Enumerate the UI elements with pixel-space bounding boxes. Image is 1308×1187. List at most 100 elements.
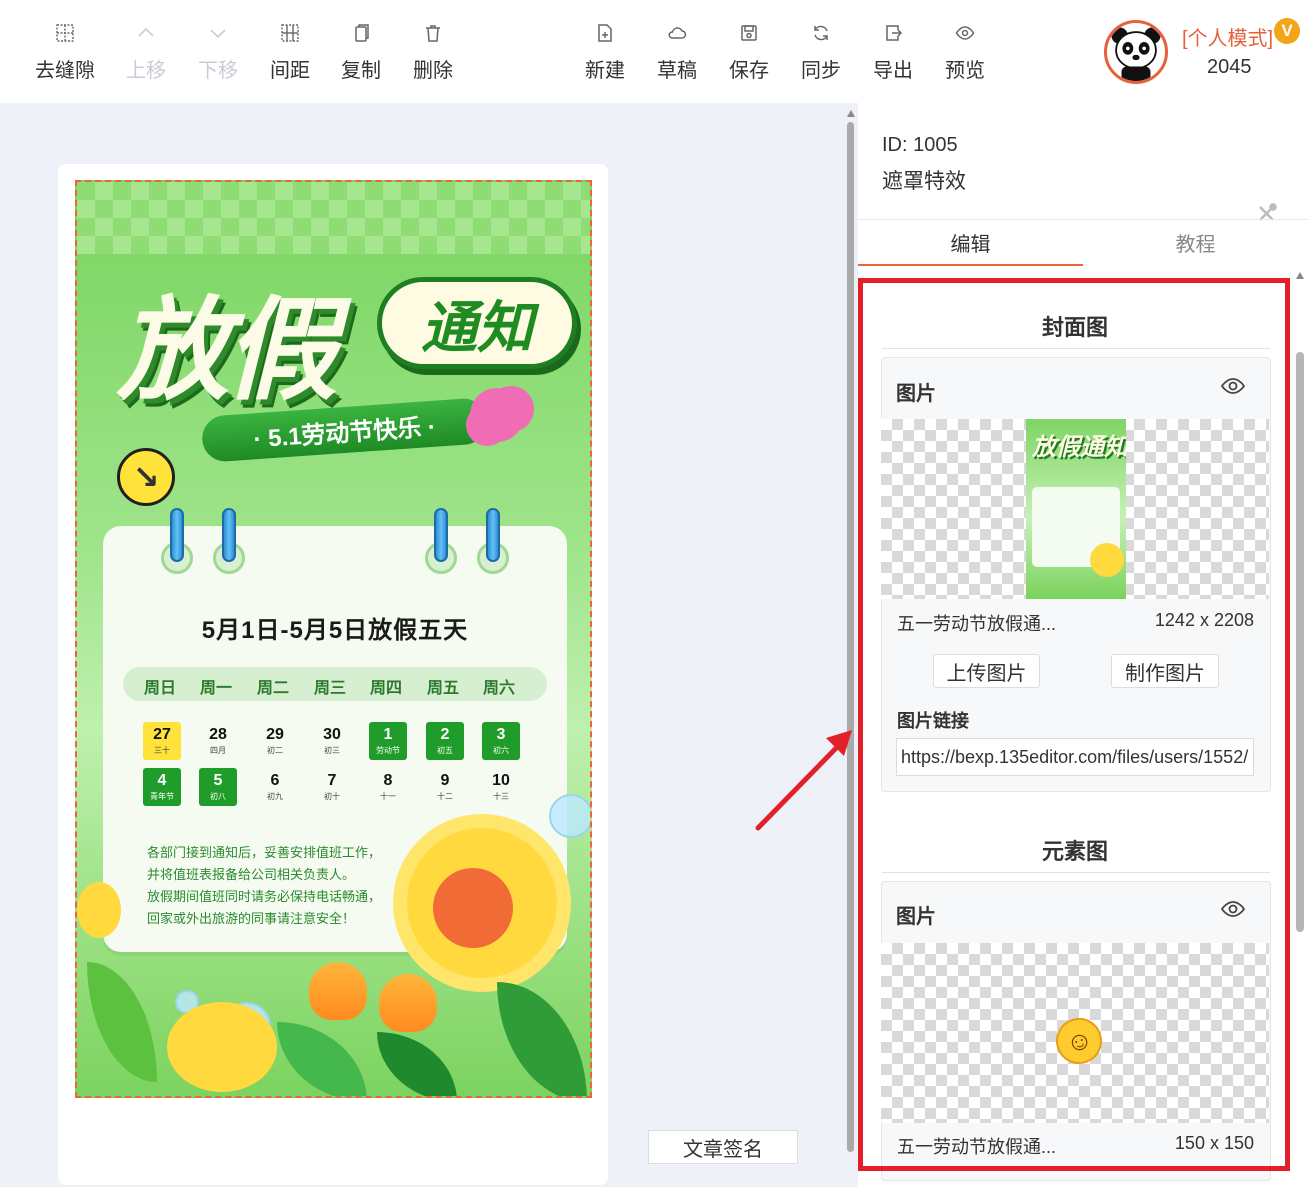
weekday-label: 周六 — [482, 680, 515, 697]
calendar-day-number: 7 — [327, 772, 337, 789]
article-signature-button[interactable]: 文章签名 — [648, 1130, 798, 1164]
active-tab-indicator — [858, 264, 1083, 266]
calendar-day-number: 5 — [213, 772, 223, 789]
calendar-day-lunar: 十一 — [380, 792, 396, 801]
vip-badge-icon: V — [1274, 18, 1300, 44]
panel-scroll-up-arrow-icon[interactable] — [1296, 272, 1304, 279]
weekday-label: 周一 — [199, 680, 232, 697]
calendar-day-number: 2 — [440, 726, 450, 743]
panel-scrollbar-thumb[interactable] — [1296, 352, 1304, 932]
poster-title-pill: 通知 — [377, 277, 577, 369]
copy-button[interactable]: 复制 — [325, 20, 397, 90]
binder-ring — [486, 508, 500, 562]
calendar-day-number: 3 — [496, 726, 506, 743]
eye-icon — [953, 20, 977, 46]
poster-template[interactable]: 放假 通知 · 5.1劳动节快乐 · ↘ 5月1日-5月5日放假五天 周日 周一 周… — [75, 180, 592, 1098]
sync-button[interactable]: 同步 — [785, 20, 857, 90]
delete-button[interactable]: 删除 — [397, 20, 469, 90]
remove-gap-label: 去缝隙 — [35, 60, 95, 82]
calendar-title: 5月1日-5月5日放假五天 — [201, 617, 469, 644]
save-icon — [737, 20, 761, 46]
leaf-icon — [87, 962, 157, 1082]
calendar-day-number: 1 — [383, 726, 393, 743]
bubble-icon — [549, 794, 590, 838]
poster-checker-strip — [77, 182, 590, 254]
sunflower-face-icon — [433, 868, 513, 948]
calendar-day: 8 十一 — [369, 768, 407, 806]
calendar-day: 5 初八 — [199, 768, 237, 806]
bottom-flower-icon — [167, 1002, 277, 1092]
leaf-icon — [377, 1032, 457, 1096]
save-label: 保存 — [729, 60, 769, 82]
export-button[interactable]: 导出 — [857, 20, 929, 90]
tabs-divider — [858, 219, 1308, 220]
tools-icon[interactable] — [1256, 202, 1278, 224]
calendar-day-lunar: 三十 — [154, 746, 170, 755]
chevron-down-icon — [206, 20, 230, 46]
calendar-day-number: 8 — [383, 772, 393, 789]
calendar-day: 3 初六 — [482, 722, 520, 760]
move-up-label: 上移 — [126, 60, 166, 82]
cloud-icon — [665, 20, 689, 46]
new-file-icon — [593, 20, 617, 46]
scroll-up-arrow-icon[interactable] — [847, 110, 855, 117]
tab-tutorial[interactable]: 教程 — [1083, 228, 1308, 257]
draft-label: 草稿 — [657, 60, 697, 82]
poster-subtitle-text: · 5.1劳动节快乐 · — [252, 413, 437, 453]
calendar-day-number: 10 — [492, 772, 510, 789]
calendar-day: 4 青年节 — [143, 768, 181, 806]
personal-mode-label[interactable]: [个人模式] — [1182, 22, 1273, 51]
leaf-icon — [497, 982, 587, 1096]
move-down-button[interactable]: 下移 — [182, 20, 254, 90]
avatar[interactable] — [1104, 20, 1168, 84]
spacing-icon — [278, 20, 302, 46]
template-id: ID: 1005 — [882, 134, 958, 156]
weekday-label: 周三 — [313, 680, 346, 697]
copy-label: 复制 — [341, 60, 381, 82]
new-button[interactable]: 新建 — [569, 20, 641, 90]
export-icon — [881, 20, 905, 46]
binder-ring — [170, 508, 184, 562]
export-label: 导出 — [873, 60, 913, 82]
calendar-day-lunar: 十三 — [493, 792, 509, 801]
copy-icon — [349, 20, 373, 46]
calendar-day: 1 劳动节 — [369, 722, 407, 760]
preview-button[interactable]: 预览 — [929, 20, 1001, 90]
draft-button[interactable]: 草稿 — [641, 20, 713, 90]
calendar-day: 28 四月 — [199, 722, 237, 760]
grid-dots-icon — [53, 20, 77, 46]
save-button[interactable]: 保存 — [713, 20, 785, 90]
calendar-day-lunar: 初九 — [267, 792, 283, 801]
notice-line: 并将值班表报备给公司相关负责人。 — [147, 867, 356, 882]
calendar-day: 6 初九 — [256, 768, 294, 806]
calendar-day-lunar: 青年节 — [150, 792, 174, 801]
notice-line: 各部门接到通知后，妥善安排值班工作， — [147, 845, 382, 860]
weekday-label: 周二 — [256, 680, 289, 697]
remove-gap-button[interactable]: 去缝隙 — [29, 20, 101, 90]
calendar-day: 27 三十 — [143, 722, 181, 760]
move-up-button[interactable]: 上移 — [110, 20, 182, 90]
user-points-count: 2045 — [1207, 56, 1252, 78]
calendar-day-lunar: 四月 — [210, 746, 226, 755]
spacing-label: 间距 — [270, 60, 310, 82]
tulip-icon — [309, 962, 367, 1020]
calendar-day-number: 29 — [266, 726, 284, 743]
weekday-label: 周日 — [143, 680, 176, 697]
calendar-day-lunar: 初六 — [493, 746, 509, 755]
preview-label: 预览 — [945, 60, 985, 82]
weekday-label: 周四 — [369, 680, 402, 697]
arrow-sticker-icon: ↘ — [117, 448, 175, 506]
canvas-scrollbar-thumb[interactable] — [847, 122, 854, 1152]
calendar-day-number: 6 — [270, 772, 280, 789]
calendar-day: 2 初五 — [426, 722, 464, 760]
spacing-button[interactable]: 间距 — [254, 20, 326, 90]
calendar-day: 7 初十 — [313, 768, 351, 806]
calendar-day-lunar: 初三 — [324, 746, 340, 755]
calendar-day-lunar: 初五 — [437, 746, 453, 755]
new-label: 新建 — [585, 60, 625, 82]
highlight-frame — [858, 278, 1290, 1171]
notice-text: 各部门接到通知后，妥善安排值班工作， 并将值班表报备给公司相关负责人。 放假期间… — [147, 842, 417, 930]
calendar-day-lunar: 十二 — [437, 792, 453, 801]
calendar-day-number: 30 — [323, 726, 341, 743]
tab-edit[interactable]: 编辑 — [858, 228, 1083, 257]
